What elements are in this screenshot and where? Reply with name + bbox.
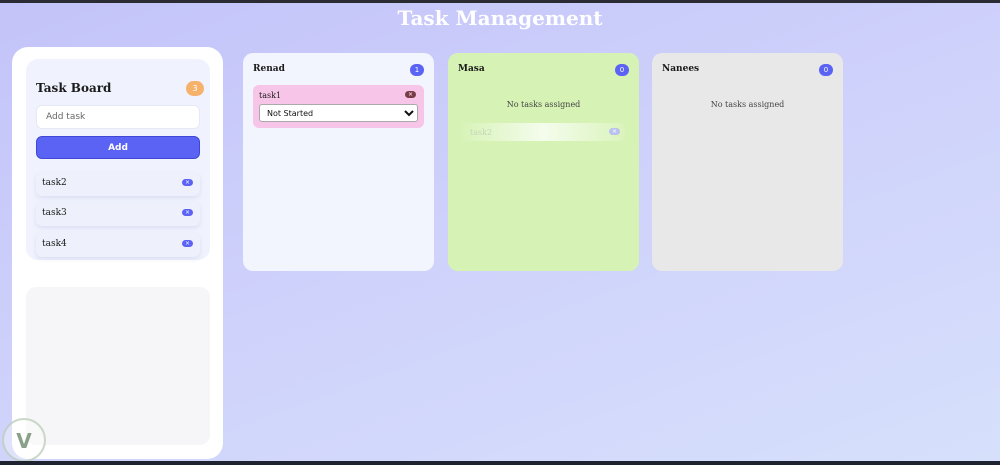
assigned-task-card[interactable]: task1 × Not Started xyxy=(253,85,424,128)
task-status-select[interactable]: Not Started xyxy=(259,104,418,122)
column-count-badge: 0 xyxy=(819,64,833,76)
column-name: Renad xyxy=(253,64,285,74)
task-board-count-badge: 3 xyxy=(186,81,204,96)
v-logo-icon: V xyxy=(2,418,46,462)
empty-column-message: No tasks assigned xyxy=(710,100,785,109)
column-count-badge: 1 xyxy=(410,64,424,76)
task-board: Task Board 3 Add task2 × task3 × task4 × xyxy=(26,59,210,260)
window-bottom-border xyxy=(0,461,1000,465)
empty-column-message: No tasks assigned xyxy=(506,100,581,109)
task-label: task4 xyxy=(42,239,67,249)
board-task-item[interactable]: task2 × xyxy=(36,172,200,196)
board-task-item[interactable]: task4 × xyxy=(36,233,200,257)
add-task-input[interactable] xyxy=(36,105,200,129)
remove-task-icon[interactable]: × xyxy=(405,91,416,98)
column-name: Nanees xyxy=(662,64,700,74)
empty-panel xyxy=(26,287,210,445)
member-column-nanees[interactable]: Nanees 0 No tasks assigned xyxy=(652,53,843,271)
board-task-item[interactable]: task3 × xyxy=(36,202,200,226)
task-label: task2 xyxy=(42,178,67,188)
task-label: task1 xyxy=(259,91,282,100)
add-task-button[interactable]: Add xyxy=(36,136,200,159)
task-label: task2 xyxy=(470,128,493,137)
member-column-renad[interactable]: Renad 1 task1 × Not Started xyxy=(243,53,434,271)
task-label: task3 xyxy=(42,208,67,218)
task-board-title: Task Board xyxy=(36,81,112,95)
remove-task-icon[interactable]: × xyxy=(182,240,193,247)
remove-task-icon[interactable]: × xyxy=(609,128,620,135)
column-count-badge: 0 xyxy=(615,64,629,76)
member-column-masa[interactable]: Masa 0 No tasks assigned task2 × xyxy=(448,53,639,271)
page-title: Task Management xyxy=(397,6,603,30)
remove-task-icon[interactable]: × xyxy=(182,179,193,186)
column-name: Masa xyxy=(458,64,485,74)
sidebar: Task Board 3 Add task2 × task3 × task4 × xyxy=(12,47,223,459)
dragging-task-ghost[interactable]: task2 × xyxy=(462,123,625,141)
window-top-border xyxy=(0,0,1000,3)
remove-task-icon[interactable]: × xyxy=(182,209,193,216)
